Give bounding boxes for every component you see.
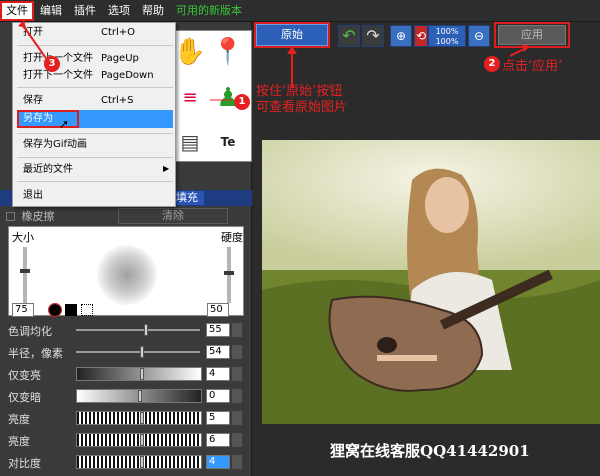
annotation-arrows <box>18 20 530 101</box>
watermark-text: 狸窝在线客服QQ41442901 <box>330 442 530 460</box>
